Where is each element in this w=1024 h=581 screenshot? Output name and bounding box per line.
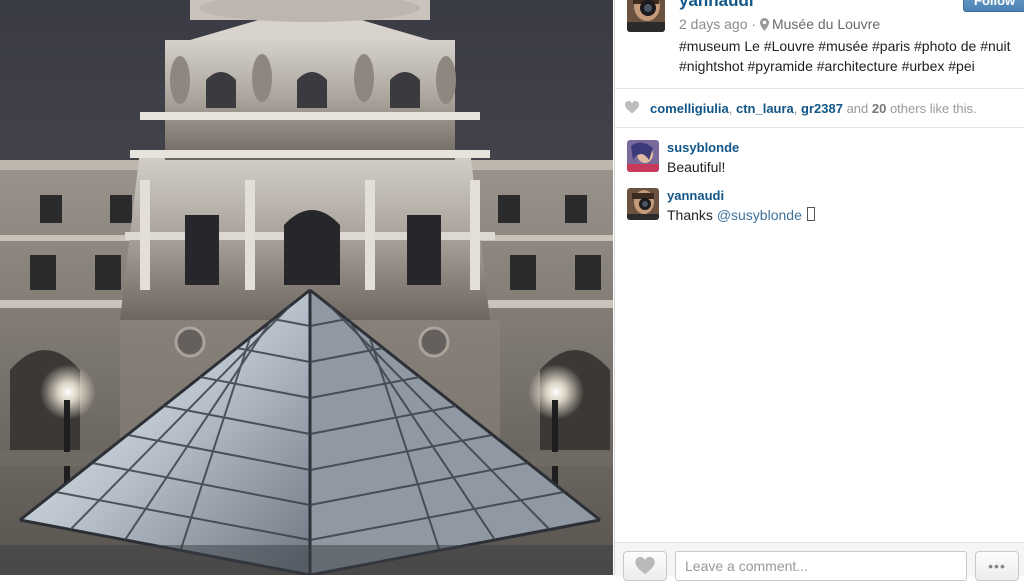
post-header: yannaudi Follow 2 days ago · Musée du Lo…: [615, 0, 1024, 88]
owner-avatar[interactable]: [627, 0, 665, 32]
post-timestamp[interactable]: 2 days ago: [679, 16, 748, 32]
heart-icon: [635, 557, 655, 575]
heart-icon: [624, 100, 640, 119]
map-pin-icon: [759, 18, 769, 34]
comment-item: susyblonde Beautiful!: [615, 138, 1024, 178]
likes-separator: ,: [793, 101, 802, 116]
post-meta: 2 days ago · Musée du Louvre: [679, 16, 880, 34]
likes-suffix: others like this.: [886, 101, 977, 116]
post-location[interactable]: Musée du Louvre: [772, 16, 880, 32]
comment-text-prefix: Thanks: [667, 207, 717, 223]
likes-and: and: [842, 101, 872, 116]
post-photo[interactable]: [0, 0, 613, 575]
liker-link[interactable]: gr2387: [801, 101, 843, 116]
comment-avatar[interactable]: [627, 188, 659, 220]
mention-link[interactable]: @susyblonde: [717, 207, 802, 223]
comment-text: Beautiful!: [667, 159, 726, 175]
comment-username[interactable]: yannaudi: [667, 188, 724, 203]
comment-username[interactable]: susyblonde: [667, 140, 739, 155]
comment-text: Thanks @susyblonde: [667, 207, 815, 223]
post-side-panel: yannaudi Follow 2 days ago · Musée du Lo…: [614, 0, 1024, 581]
likes-others-count[interactable]: 20: [872, 101, 886, 116]
likes-separator: ,: [728, 101, 736, 116]
comment-footer: •••: [615, 542, 1024, 581]
liker-link[interactable]: ctn_laura: [736, 101, 794, 116]
likes-row: comelligiulia, ctn_laura, gr2387 and 20 …: [615, 88, 1024, 128]
like-button[interactable]: [623, 551, 667, 581]
comment-item: yannaudi Thanks @susyblonde: [615, 186, 1024, 226]
post-caption: #museum Le #Louvre #musée #paris #photo …: [679, 38, 1011, 74]
likes-text: comelligiulia, ctn_laura, gr2387 and 20 …: [650, 101, 977, 116]
user-avatar-icon: [627, 140, 659, 172]
unsupported-glyph-icon: [806, 207, 815, 221]
louvre-pyramid-image: [0, 0, 613, 575]
meta-separator: ·: [751, 16, 757, 32]
owner-username[interactable]: yannaudi: [679, 0, 754, 11]
follow-button[interactable]: Follow: [963, 0, 1024, 12]
more-options-button[interactable]: •••: [975, 551, 1019, 581]
camera-selfie-avatar-icon: [627, 0, 665, 32]
comment-text-suffix: [802, 207, 806, 223]
comment-input[interactable]: [675, 551, 967, 581]
camera-selfie-avatar-icon: [627, 188, 659, 220]
comment-avatar[interactable]: [627, 140, 659, 172]
liker-link[interactable]: comelligiulia: [650, 101, 729, 116]
